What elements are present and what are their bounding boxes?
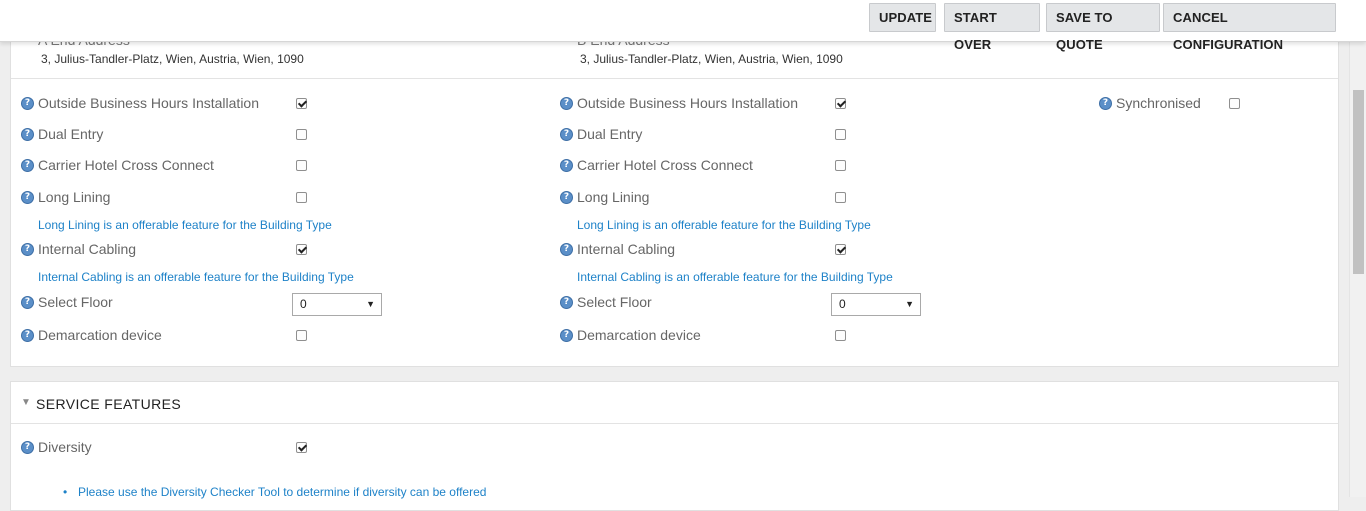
a-long-lining-checkbox[interactable] — [296, 192, 307, 203]
help-icon[interactable]: ? — [21, 159, 34, 172]
cancel-configuration-button[interactable]: CANCEL CONFIGURATION — [1163, 3, 1336, 52]
b-internal-cabling-note: Internal Cabling is an offerable feature… — [577, 270, 893, 284]
b-carrier-hotel-checkbox[interactable] — [835, 160, 846, 171]
a-dual-entry-checkbox[interactable] — [296, 129, 307, 140]
scrollbar-thumb[interactable] — [1353, 90, 1364, 274]
b-internal-cabling-label: Internal Cabling — [577, 241, 676, 257]
a-long-lining-note: Long Lining is an offerable feature for … — [38, 218, 332, 232]
b-demarcation-checkbox[interactable] — [835, 330, 846, 341]
start-over-button[interactable]: START OVER — [944, 3, 1040, 52]
b-select-floor-value: 0 — [839, 297, 846, 311]
help-icon[interactable]: ? — [1099, 97, 1112, 110]
help-icon[interactable]: ? — [560, 329, 573, 342]
b-demarcation-label: Demarcation device — [577, 327, 701, 343]
help-icon[interactable]: ? — [21, 128, 34, 141]
a-internal-cabling-note: Internal Cabling is an offerable feature… — [38, 270, 354, 284]
help-icon[interactable]: ? — [560, 128, 573, 141]
diversity-label: Diversity — [38, 439, 92, 455]
help-icon[interactable]: ? — [21, 191, 34, 204]
help-icon[interactable]: ? — [560, 159, 573, 172]
dropdown-arrow-icon: ▼ — [905, 299, 914, 309]
a-long-lining-label: Long Lining — [38, 189, 111, 205]
diversity-checkbox[interactable] — [296, 442, 307, 453]
synchronised-label: Synchronised — [1116, 95, 1201, 111]
a-outside-hours-checkbox[interactable] — [296, 98, 307, 109]
synchronised-checkbox[interactable] — [1229, 98, 1240, 109]
b-outside-hours-label: Outside Business Hours Installation — [577, 95, 798, 111]
a-demarcation-checkbox[interactable] — [296, 330, 307, 341]
b-select-floor-label: Select Floor — [577, 294, 652, 310]
site-options-panel: A End Address 3, Julius-Tandler-Platz, W… — [10, 20, 1339, 367]
a-outside-hours-label: Outside Business Hours Installation — [38, 95, 259, 111]
b-end-address-value: 3, Julius-Tandler-Platz, Wien, Austria, … — [580, 52, 843, 66]
a-select-floor-dropdown[interactable]: 0 ▼ — [292, 293, 382, 316]
save-to-quote-button[interactable]: SAVE TO QUOTE — [1046, 3, 1160, 52]
service-features-header[interactable]: SERVICE FEATURES — [36, 396, 181, 412]
help-icon[interactable]: ? — [21, 97, 34, 110]
help-icon[interactable]: ? — [560, 191, 573, 204]
a-end-address-value: 3, Julius-Tandler-Platz, Wien, Austria, … — [41, 52, 304, 66]
a-internal-cabling-label: Internal Cabling — [38, 241, 137, 257]
b-long-lining-note: Long Lining is an offerable feature for … — [577, 218, 871, 232]
help-icon[interactable]: ? — [21, 329, 34, 342]
b-long-lining-checkbox[interactable] — [835, 192, 846, 203]
page-scrollbar[interactable] — [1349, 0, 1366, 497]
a-select-floor-label: Select Floor — [38, 294, 113, 310]
a-dual-entry-label: Dual Entry — [38, 126, 104, 142]
a-carrier-hotel-checkbox[interactable] — [296, 160, 307, 171]
help-icon[interactable]: ? — [21, 243, 34, 256]
a-carrier-hotel-label: Carrier Hotel Cross Connect — [38, 157, 214, 173]
a-internal-cabling-checkbox[interactable] — [296, 244, 307, 255]
b-select-floor-dropdown[interactable]: 0 ▼ — [831, 293, 921, 316]
b-long-lining-label: Long Lining — [577, 189, 650, 205]
help-icon[interactable]: ? — [21, 296, 34, 309]
b-outside-hours-checkbox[interactable] — [835, 98, 846, 109]
dropdown-arrow-icon: ▼ — [366, 299, 375, 309]
collapse-triangle-icon[interactable]: ▼ — [21, 397, 31, 408]
help-icon[interactable]: ? — [21, 441, 34, 454]
address-divider — [11, 78, 1338, 79]
a-demarcation-label: Demarcation device — [38, 327, 162, 343]
b-dual-entry-checkbox[interactable] — [835, 129, 846, 140]
a-select-floor-value: 0 — [300, 297, 307, 311]
b-carrier-hotel-label: Carrier Hotel Cross Connect — [577, 157, 753, 173]
help-icon[interactable]: ? — [560, 296, 573, 309]
service-features-panel: ▼ SERVICE FEATURES ? Diversity • Please … — [10, 381, 1339, 511]
b-dual-entry-label: Dual Entry — [577, 126, 643, 142]
help-icon[interactable]: ? — [560, 243, 573, 256]
service-features-divider — [11, 423, 1338, 424]
top-toolbar: UPDATE START OVER SAVE TO QUOTE CANCEL C… — [0, 0, 1366, 52]
help-icon[interactable]: ? — [560, 97, 573, 110]
update-button[interactable]: UPDATE — [869, 3, 936, 32]
b-internal-cabling-checkbox[interactable] — [835, 244, 846, 255]
